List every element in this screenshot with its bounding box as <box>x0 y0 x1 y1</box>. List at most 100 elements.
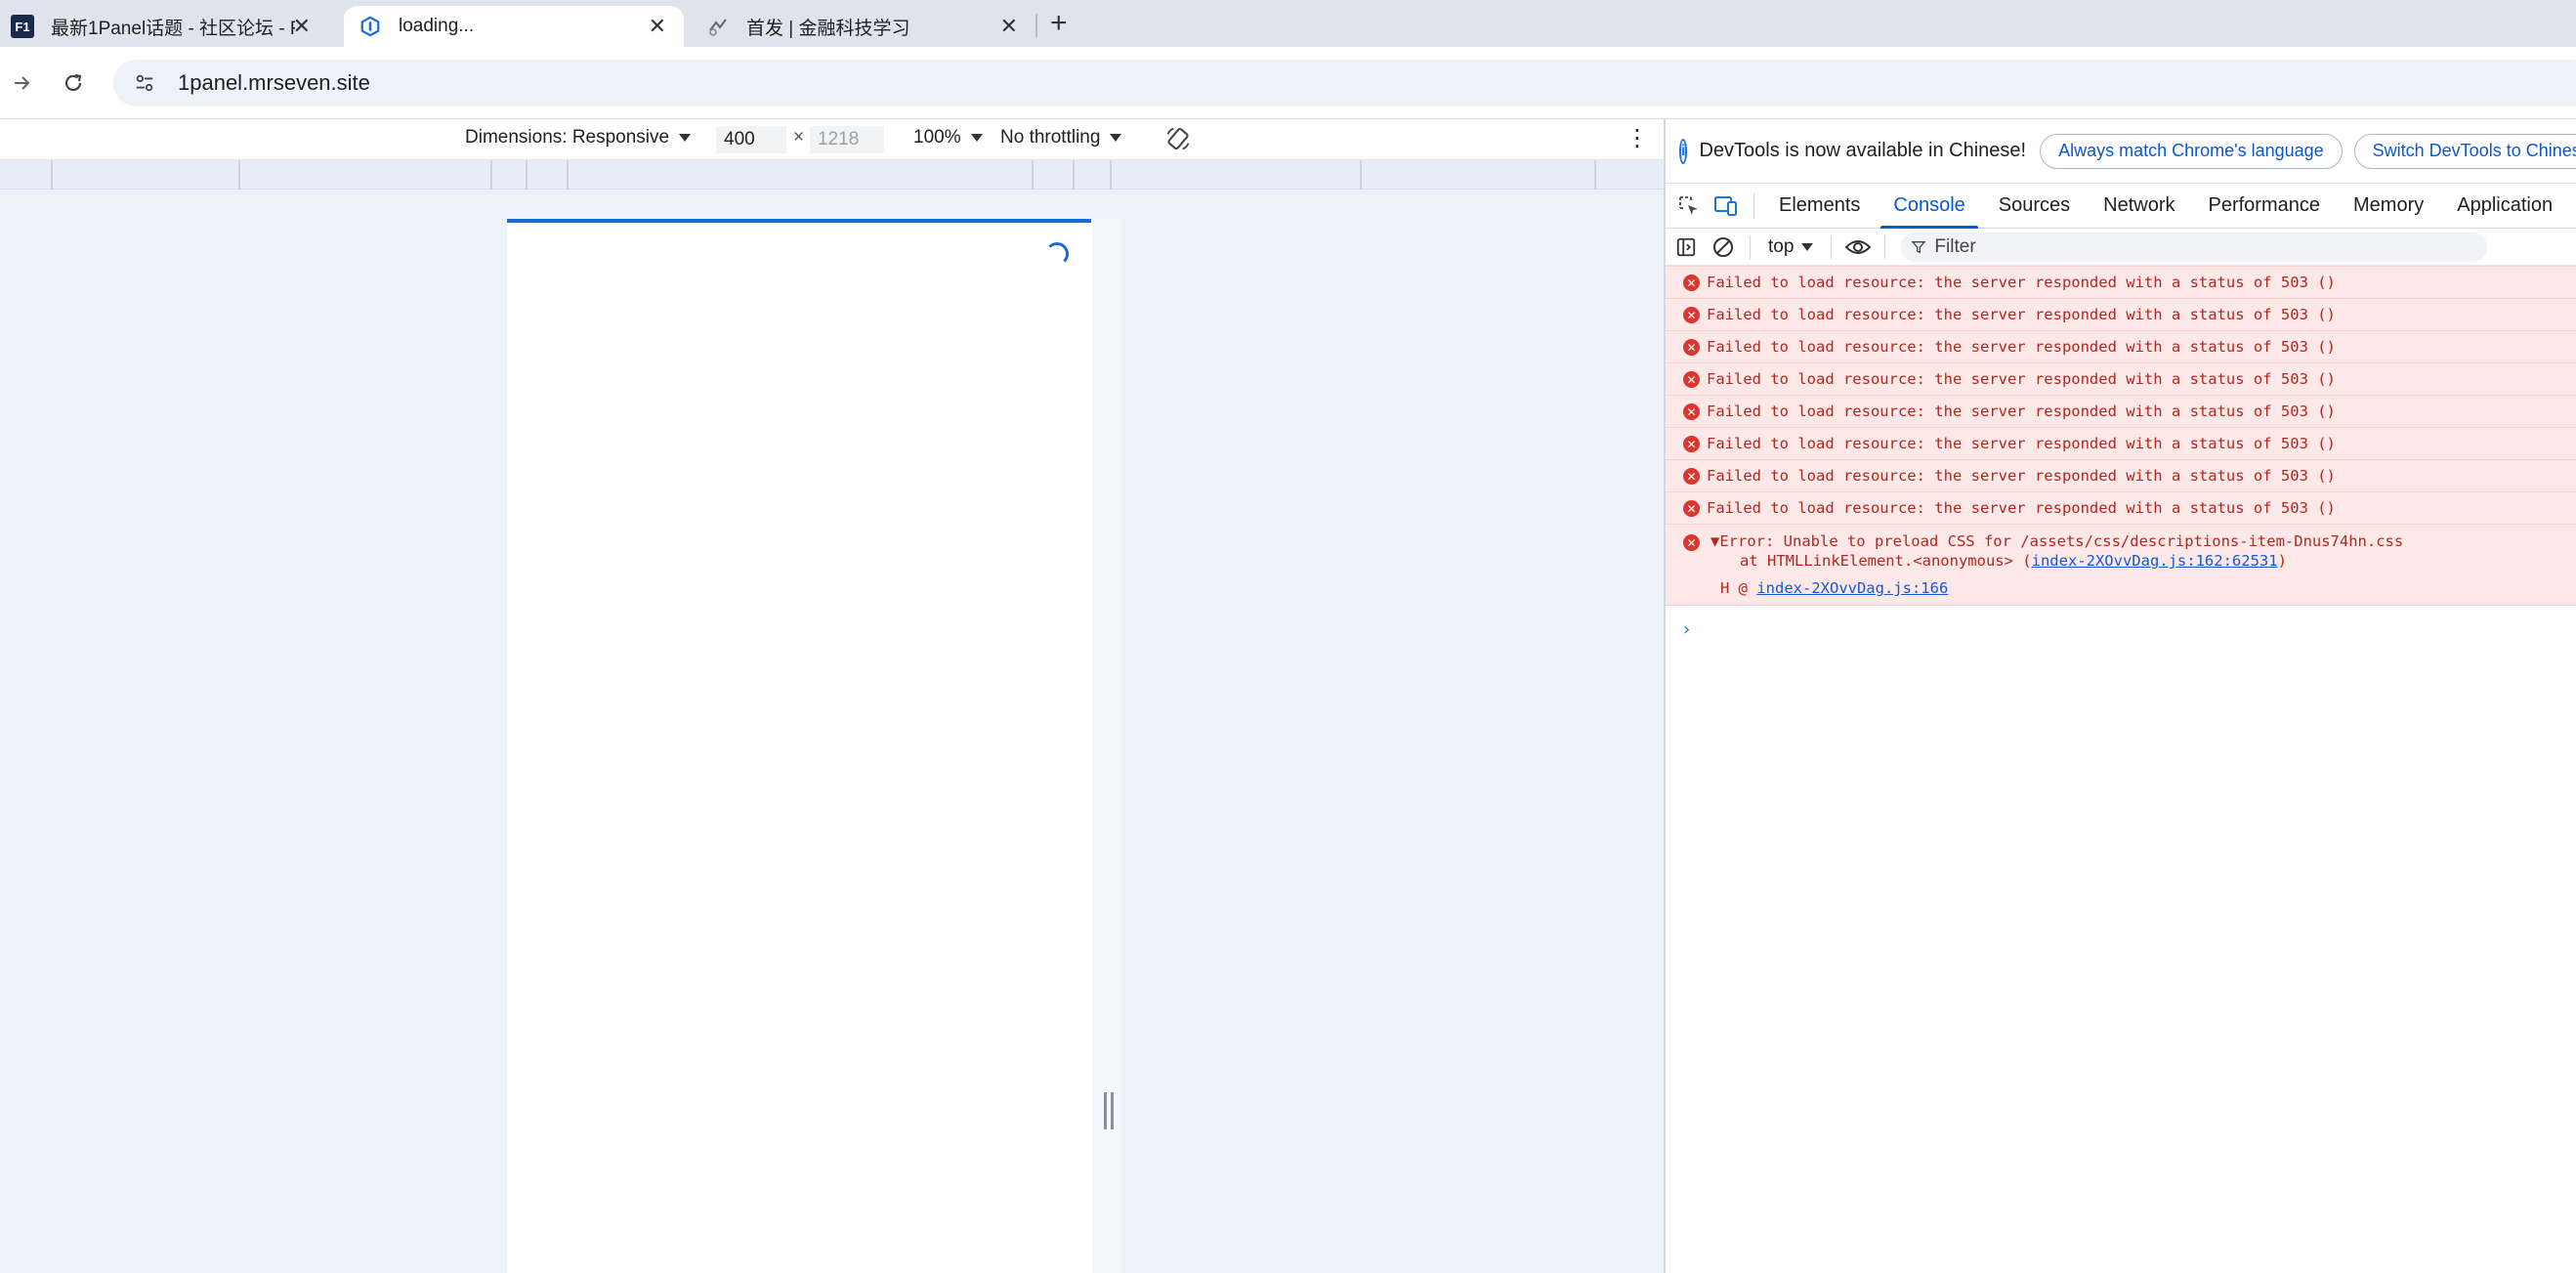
switch-to-chinese-button[interactable]: Switch DevTools to Chinese <box>2353 133 2576 169</box>
tab-separator <box>1035 14 1037 37</box>
caret-down-icon <box>1801 242 1814 251</box>
console-error-message[interactable]: ✕ Failed to load resource: the server res… <box>1666 459 2576 491</box>
tab-title: loading... <box>399 16 475 36</box>
rotate-button[interactable] <box>1164 125 1192 152</box>
infobar-message: DevTools is now available in Chinese! <box>1699 140 2027 161</box>
console-error-message[interactable]: ✕ Failed to load resource: the server res… <box>1666 491 2576 524</box>
emulated-viewport <box>0 190 1664 1273</box>
1panel-hex-icon <box>358 14 383 39</box>
language-infobar: i DevTools is now available in Chinese! … <box>1666 119 2576 184</box>
tab-forum[interactable]: F1 最新1Panel话题 - 社区论坛 - F ✕ <box>0 6 328 47</box>
message-text: Failed to load resource: the server resp… <box>1707 403 2336 420</box>
console-error-message[interactable]: ✕ Failed to load resource: the server res… <box>1666 395 2576 427</box>
loading-spinner-icon <box>1045 242 1069 266</box>
error-stack-line: H @ index-2XOvvDag.js:166 <box>1720 579 1948 597</box>
always-match-language-button[interactable]: Always match Chrome's language <box>2040 133 2343 169</box>
zoom-select[interactable]: 100% <box>913 127 983 149</box>
site-info-icon[interactable] <box>125 72 164 94</box>
width-input[interactable]: 400 <box>716 126 786 153</box>
console-prompt[interactable]: › <box>1683 619 1690 640</box>
tab-close-icon[interactable]: ✕ <box>649 13 666 40</box>
stack-prefix: H @ <box>1720 579 1757 597</box>
browser-toolbar: 1panel.mrseven.site <box>0 47 2576 119</box>
dimensions-select[interactable]: Dimensions: Responsive <box>465 127 692 149</box>
tab-divider <box>1753 192 1754 219</box>
forward-button[interactable] <box>6 66 39 100</box>
dimensions-label: Dimensions: Responsive <box>465 127 670 148</box>
tab-sources[interactable]: Sources <box>1982 184 2087 229</box>
media-tick <box>1594 160 1596 190</box>
sidebar-toggle-icon[interactable] <box>1669 231 1703 264</box>
context-select[interactable]: top <box>1760 236 1821 258</box>
error-icon: ✕ <box>1683 339 1700 356</box>
console-messages: ✕ Failed to load resource: the server res… <box>1666 266 2576 606</box>
source-link[interactable]: index-2XOvvDag.js:162:62531 <box>2032 552 2278 570</box>
toolbar-divider <box>1884 234 1886 259</box>
forum-favicon-icon: F1 <box>10 14 35 39</box>
error-icon: ✕ <box>1683 371 1700 388</box>
new-tab-button[interactable]: + <box>1050 6 1068 41</box>
url-text: 1panel.mrseven.site <box>178 70 370 95</box>
media-tick <box>567 160 569 190</box>
message-text: Failed to load resource: the server resp… <box>1707 306 2336 323</box>
tab-console[interactable]: Console <box>1877 184 1981 229</box>
message-text: Failed to load resource: the server resp… <box>1707 435 2336 452</box>
throttling-label: No throttling <box>1000 127 1101 148</box>
loading-progress-bar <box>507 219 1091 223</box>
console-error-message[interactable]: ✕ Failed to load resource: the server res… <box>1666 362 2576 395</box>
arrow-right-icon <box>15 76 30 90</box>
device-frame <box>507 219 1092 1273</box>
message-text: Failed to load resource: the server resp… <box>1707 338 2336 356</box>
console-error-message[interactable]: ✕ Failed to load resource: the server res… <box>1666 266 2576 298</box>
error-icon: ✕ <box>1683 307 1700 323</box>
filter-input[interactable]: Filter <box>1901 232 2488 262</box>
tab-close-icon[interactable]: ✕ <box>293 13 311 40</box>
message-text: Failed to load resource: the server resp… <box>1707 499 2336 517</box>
media-query-bar <box>0 160 1664 190</box>
tab-fintech[interactable]: 首发 | 金融科技学习 ✕ <box>699 6 1035 47</box>
media-tick <box>1032 160 1034 190</box>
address-bar[interactable]: 1panel.mrseven.site <box>113 60 2576 106</box>
console-error-message[interactable]: ✕ Failed to load resource: the server res… <box>1666 298 2576 330</box>
context-label: top <box>1768 235 1795 257</box>
tab-performance[interactable]: Performance <box>2192 184 2338 229</box>
caret-down-icon <box>1110 134 1122 142</box>
filter-funnel-icon <box>1911 240 1926 253</box>
error-icon: ✕ <box>1683 436 1700 452</box>
tab-loading[interactable]: loading... ✕ <box>344 6 684 47</box>
device-toggle-icon[interactable] <box>1712 192 1740 220</box>
toolbar-divider <box>1831 234 1833 259</box>
rotate-icon <box>1166 127 1190 150</box>
devtools-tab-bar: Elements Console Sources Network Perform… <box>1666 184 2576 229</box>
error-expand-toggle[interactable]: ▼Error: Unable to preload CSS for /asset… <box>1710 532 2403 550</box>
console-error-message[interactable]: ✕ Failed to load resource: the server res… <box>1666 427 2576 459</box>
console-error-detail[interactable]: ✕ ▼Error: Unable to preload CSS for /ass… <box>1666 524 2576 606</box>
tab-elements[interactable]: Elements <box>1762 184 1877 229</box>
error-icon: ✕ <box>1683 534 1700 551</box>
message-text: Failed to load resource: the server resp… <box>1707 370 2336 388</box>
tab-application[interactable]: Application <box>2440 184 2569 229</box>
tab-network[interactable]: Network <box>2087 184 2191 229</box>
toolbar-divider <box>1750 234 1751 259</box>
live-expression-eye-icon[interactable] <box>1841 231 1875 264</box>
console-error-message[interactable]: ✕ Failed to load resource: the server res… <box>1666 330 2576 362</box>
height-input[interactable]: 1218 <box>810 126 884 153</box>
tab-memory[interactable]: Memory <box>2337 184 2440 229</box>
tab-title: 最新1Panel话题 - 社区论坛 - F <box>51 18 295 39</box>
media-tick <box>1360 160 1362 190</box>
tab-title: 首发 | 金融科技学习 <box>746 18 910 39</box>
caret-down-icon <box>679 134 692 142</box>
info-icon: i <box>1679 138 1688 164</box>
source-link[interactable]: index-2XOvvDag.js:166 <box>1756 579 1948 597</box>
tab-close-icon[interactable]: ✕ <box>1000 13 1018 40</box>
browser-tab-strip: F1 最新1Panel话题 - 社区论坛 - F ✕ loading... ✕ … <box>0 0 2576 47</box>
reload-button[interactable] <box>57 66 90 100</box>
inspect-element-icon[interactable] <box>1675 192 1703 220</box>
resize-handle[interactable] <box>1104 1092 1114 1129</box>
throttling-select[interactable]: No throttling <box>1000 127 1122 149</box>
error-stack-line: at HTMLLinkElement.<anonymous> (index-2X… <box>1740 552 2287 570</box>
device-more-button[interactable]: ⋮ <box>1626 124 1649 152</box>
clear-console-icon[interactable] <box>1707 231 1740 264</box>
reload-icon <box>64 73 82 92</box>
console-toolbar: top Filter <box>1666 229 2576 266</box>
